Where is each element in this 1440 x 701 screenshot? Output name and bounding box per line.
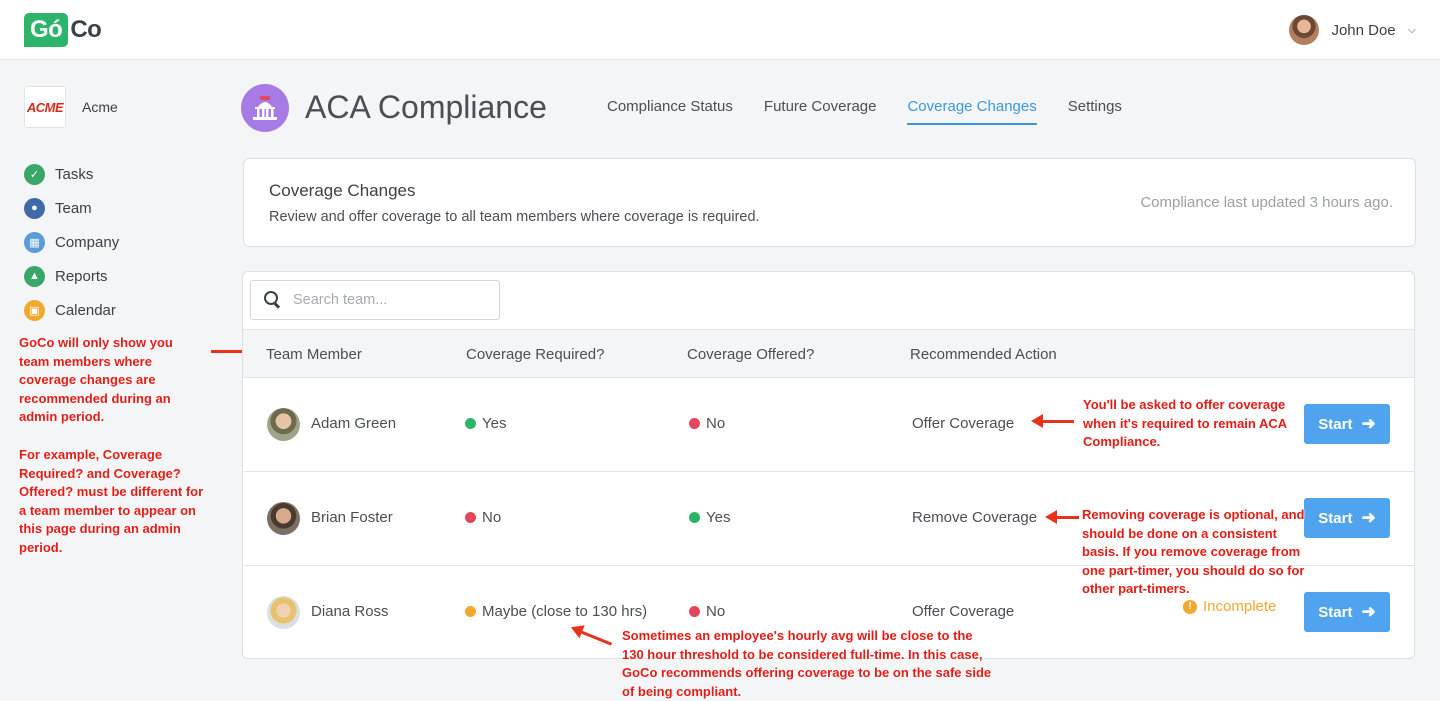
sidebar-item-team[interactable]: ● Team bbox=[24, 191, 119, 225]
tab-settings[interactable]: Settings bbox=[1068, 98, 1122, 125]
avatar bbox=[267, 408, 300, 441]
member-name[interactable]: Brian Foster bbox=[311, 509, 393, 526]
summary-card: Coverage Changes Review and offer covera… bbox=[243, 158, 1416, 247]
tab-future-coverage[interactable]: Future Coverage bbox=[764, 98, 877, 125]
search-icon bbox=[264, 291, 282, 309]
avatar bbox=[267, 502, 300, 535]
user-menu[interactable]: John Doe ⌵ bbox=[1289, 15, 1416, 45]
avatar bbox=[267, 596, 300, 629]
status-badge: ! Incomplete bbox=[1183, 598, 1276, 615]
start-button[interactable]: Start ➜ bbox=[1304, 498, 1390, 538]
search-box bbox=[250, 280, 500, 320]
sidebar-item-reports[interactable]: ▲ Reports bbox=[24, 259, 119, 293]
coverage-offered: No bbox=[689, 603, 725, 620]
sidebar-item-label: Reports bbox=[55, 267, 108, 285]
column-header-team-member[interactable]: Team Member bbox=[266, 346, 362, 363]
coverage-offered: Yes bbox=[689, 509, 730, 526]
annotation-arrow bbox=[1045, 510, 1079, 524]
sidebar-nav: ✓ Tasks ● Team ▦ Company ▲ Reports ▣ Cal… bbox=[24, 157, 119, 327]
status-dot bbox=[465, 418, 476, 429]
card-description: Review and offer coverage to all team me… bbox=[269, 209, 760, 225]
coverage-offered: No bbox=[689, 415, 725, 432]
last-updated-text: Compliance last updated 3 hours ago. bbox=[1140, 194, 1393, 211]
status-dot bbox=[689, 606, 700, 617]
card-heading: Coverage Changes bbox=[269, 181, 416, 200]
coverage-required: Maybe (close to 130 hrs) bbox=[465, 603, 647, 620]
company-logo: ACME bbox=[24, 86, 66, 128]
sidebar-item-company[interactable]: ▦ Company bbox=[24, 225, 119, 259]
annotation-note-remove-coverage: Removing coverage is optional, and shoul… bbox=[1082, 507, 1305, 596]
sidebar-item-label: Calendar bbox=[55, 301, 116, 319]
annotation-note-example: For example, Coverage Required? and Cove… bbox=[19, 447, 204, 555]
column-header-recommended-action[interactable]: Recommended Action bbox=[910, 346, 1057, 363]
member-name[interactable]: Diana Ross bbox=[311, 603, 389, 620]
reports-icon: ▲ bbox=[24, 265, 45, 287]
table-header: Team Member Coverage Required? Coverage … bbox=[243, 329, 1414, 378]
sidebar-item-calendar[interactable]: ▣ Calendar bbox=[24, 293, 119, 327]
page-tabs: Compliance Status Future Coverage Covera… bbox=[607, 98, 1153, 125]
status-dot bbox=[689, 512, 700, 523]
column-header-coverage-offered[interactable]: Coverage Offered? bbox=[687, 346, 814, 363]
calendar-icon: ▣ bbox=[24, 299, 45, 321]
status-dot bbox=[689, 418, 700, 429]
start-button[interactable]: Start ➜ bbox=[1304, 404, 1390, 444]
logo-co-text: Co bbox=[70, 16, 102, 43]
status-dot bbox=[465, 606, 476, 617]
sidebar-item-label: Team bbox=[55, 199, 92, 217]
recommended-action: Remove Coverage bbox=[912, 509, 1038, 526]
user-avatar bbox=[1289, 15, 1320, 45]
annotation-note-maybe-coverage: Sometimes an employee's hourly avg will … bbox=[622, 628, 992, 699]
arrow-right-icon: ➜ bbox=[1361, 414, 1376, 433]
team-icon: ● bbox=[24, 197, 45, 219]
search-input[interactable] bbox=[293, 292, 483, 308]
member-name[interactable]: Adam Green bbox=[311, 415, 396, 432]
top-bar: Gó Co John Doe ⌵ bbox=[0, 0, 1440, 60]
company-name: Acme bbox=[82, 99, 118, 115]
capitol-building-icon bbox=[241, 84, 289, 132]
page-title: ACA Compliance bbox=[305, 89, 547, 125]
warning-icon: ! bbox=[1183, 599, 1197, 614]
coverage-required: Yes bbox=[465, 415, 506, 432]
annotation-note-team-members: GoCo will only show you team members whe… bbox=[19, 335, 173, 424]
column-header-coverage-required[interactable]: Coverage Required? bbox=[466, 346, 604, 363]
recommended-action: Offer Coverage bbox=[912, 415, 1015, 432]
annotation-arrow bbox=[1031, 414, 1074, 428]
check-circle-icon: ✓ bbox=[24, 163, 45, 185]
arrow-right-icon: ➜ bbox=[1361, 602, 1376, 621]
annotation-note-offer-coverage: You'll be asked to offer coverage when i… bbox=[1083, 397, 1287, 449]
team-table-card: Team Member Coverage Required? Coverage … bbox=[242, 271, 1415, 659]
status-dot bbox=[465, 512, 476, 523]
company-switcher[interactable]: ACME Acme bbox=[24, 86, 118, 128]
start-button[interactable]: Start ➜ bbox=[1304, 592, 1390, 632]
sidebar-item-label: Tasks bbox=[55, 165, 94, 183]
recommended-action: Offer Coverage bbox=[912, 603, 1015, 620]
building-icon: ▦ bbox=[24, 231, 45, 253]
logo-go-text: Gó bbox=[24, 13, 69, 47]
goco-logo[interactable]: Gó Co bbox=[24, 13, 102, 47]
arrow-right-icon: ➜ bbox=[1361, 508, 1376, 527]
chevron-down-icon: ⌵ bbox=[1407, 23, 1416, 36]
sidebar-item-label: Company bbox=[55, 233, 120, 251]
tab-compliance-status[interactable]: Compliance Status bbox=[607, 98, 733, 125]
tab-coverage-changes[interactable]: Coverage Changes bbox=[907, 98, 1037, 125]
user-name: John Doe bbox=[1331, 21, 1396, 39]
sidebar-item-tasks[interactable]: ✓ Tasks bbox=[24, 157, 119, 191]
coverage-required: No bbox=[465, 509, 501, 526]
